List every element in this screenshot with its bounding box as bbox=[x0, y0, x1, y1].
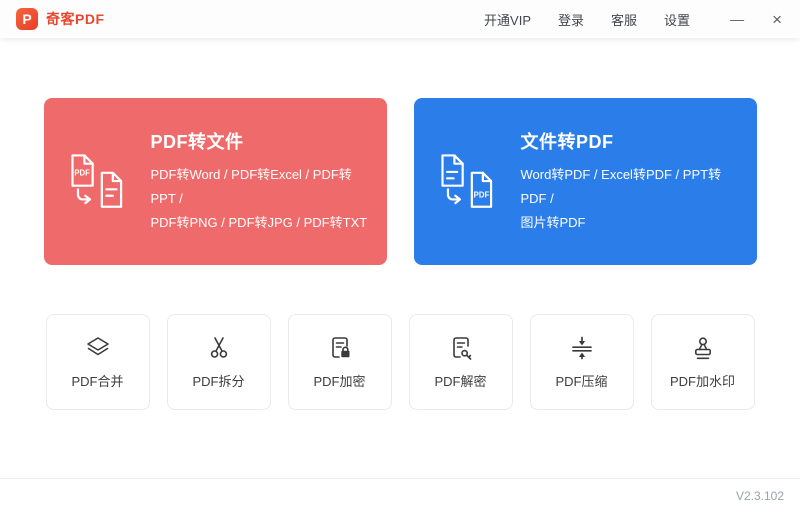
scissors-icon bbox=[205, 334, 233, 362]
app-title: 奇客PDF bbox=[46, 9, 105, 29]
tool-label: PDF加水印 bbox=[670, 371, 735, 390]
tool-pdf-encrypt[interactable]: PDF加密 bbox=[288, 314, 392, 410]
app-logo-icon: P bbox=[16, 8, 38, 30]
minimize-icon[interactable]: — bbox=[730, 12, 744, 26]
app-window: P 奇客PDF 开通VIP 登录 客服 设置 — × PDF bbox=[0, 0, 800, 516]
svg-text:PDF: PDF bbox=[473, 190, 489, 199]
hero-title: 文件转PDF bbox=[521, 128, 741, 154]
tool-pdf-merge[interactable]: PDF合并 bbox=[46, 314, 150, 410]
compress-icon bbox=[568, 334, 596, 362]
tool-label: PDF合并 bbox=[71, 371, 123, 390]
merge-layers-icon bbox=[84, 334, 112, 362]
pdf-to-file-icon: PDF bbox=[67, 152, 133, 212]
top-navigation: 开通VIP 登录 客服 设置 — × bbox=[457, 10, 782, 29]
hero-cards-row: PDF PDF转文件 PDF转Word / PDF转Excel / PDF转PP… bbox=[0, 38, 800, 265]
title-bar: P 奇客PDF 开通VIP 登录 客服 设置 — × bbox=[0, 0, 800, 38]
tool-label: PDF压缩 bbox=[555, 371, 607, 390]
hero-subtitle: PDF转Word / PDF转Excel / PDF转PPT / PDF转PNG… bbox=[151, 163, 371, 235]
tool-label: PDF拆分 bbox=[192, 371, 244, 390]
tool-pdf-compress[interactable]: PDF压缩 bbox=[530, 314, 634, 410]
nav-settings[interactable]: 设置 bbox=[664, 10, 690, 29]
tool-label: PDF加密 bbox=[313, 371, 365, 390]
tool-label: PDF解密 bbox=[434, 371, 486, 390]
tools-row: PDF合并 PDF拆分 PDF加密 bbox=[0, 314, 800, 410]
nav-login[interactable]: 登录 bbox=[558, 10, 584, 29]
svg-text:PDF: PDF bbox=[74, 168, 90, 177]
version-label: V2.3.102 bbox=[736, 489, 784, 503]
nav-customer-service[interactable]: 客服 bbox=[611, 10, 637, 29]
file-to-pdf-icon: PDF bbox=[437, 152, 503, 212]
tool-pdf-watermark[interactable]: PDF加水印 bbox=[651, 314, 755, 410]
document-key-icon bbox=[447, 334, 475, 362]
hero-title: PDF转文件 bbox=[151, 128, 371, 154]
card-pdf-to-file[interactable]: PDF PDF转文件 PDF转Word / PDF转Excel / PDF转PP… bbox=[44, 98, 387, 265]
tool-pdf-split[interactable]: PDF拆分 bbox=[167, 314, 271, 410]
footer-bar: V2.3.102 bbox=[0, 478, 800, 516]
hero-subtitle: Word转PDF / Excel转PDF / PPT转PDF / 图片转PDF bbox=[521, 163, 741, 235]
close-icon[interactable]: × bbox=[772, 11, 782, 28]
card-file-to-pdf[interactable]: PDF 文件转PDF Word转PDF / Excel转PDF / PPT转PD… bbox=[414, 98, 757, 265]
nav-open-vip[interactable]: 开通VIP bbox=[484, 10, 531, 29]
stamp-icon bbox=[689, 334, 717, 362]
document-lock-icon bbox=[326, 334, 354, 362]
tool-pdf-decrypt[interactable]: PDF解密 bbox=[409, 314, 513, 410]
